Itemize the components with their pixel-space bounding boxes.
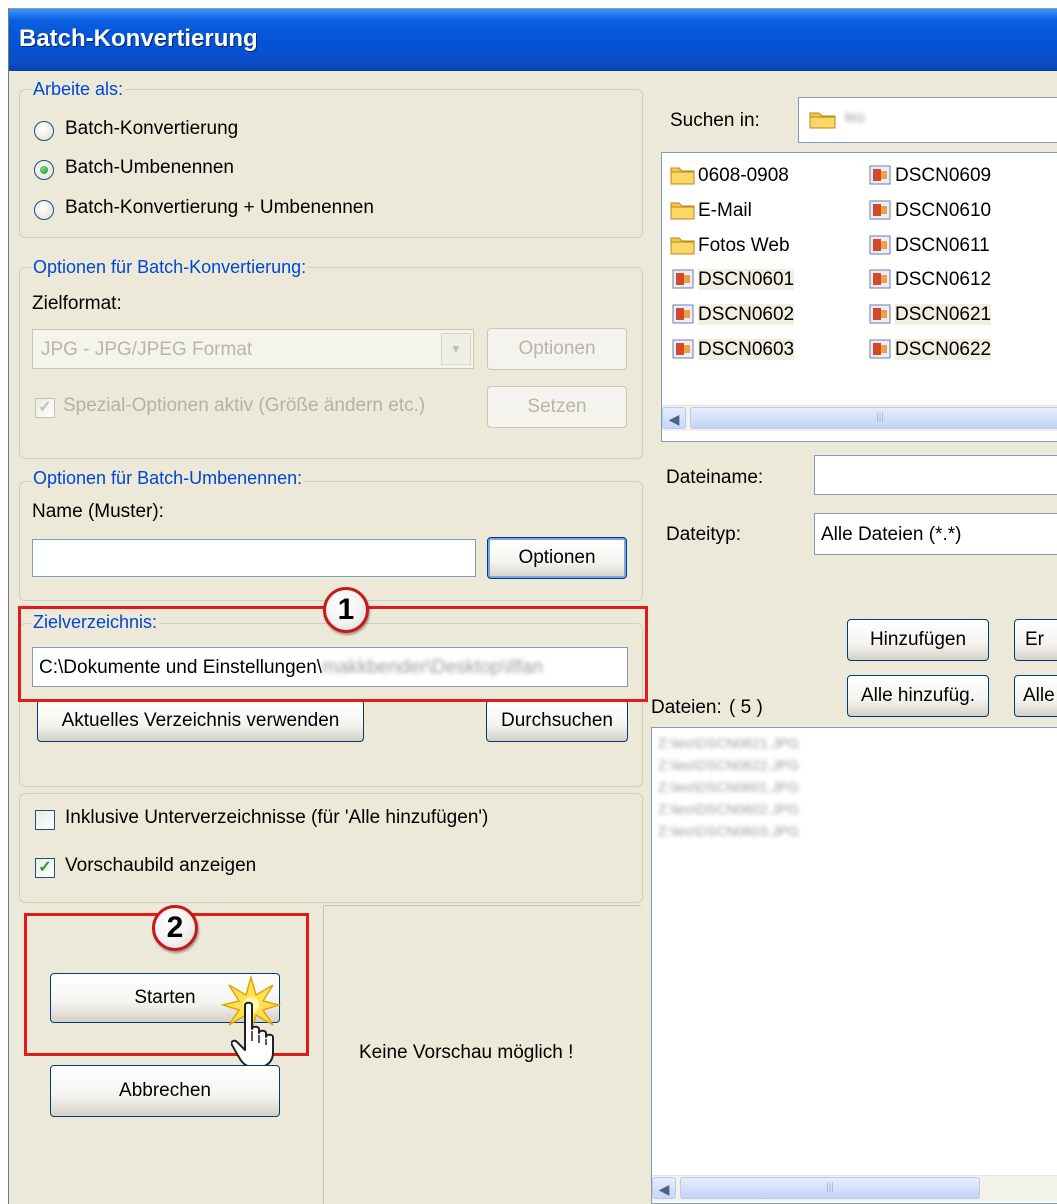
rename-options-button[interactable]: Optionen (487, 537, 627, 579)
special-options-checkbox[interactable]: ✓ (35, 398, 55, 418)
list-item[interactable]: Z:\leo\DSCN0601.JPG (658, 776, 799, 798)
use-current-dir-button[interactable]: Aktuelles Verzeichnis verwenden (37, 700, 364, 742)
remove-all-button[interactable]: Alle (1014, 675, 1057, 717)
show-preview-checkbox[interactable]: ✓ (35, 858, 55, 878)
image-file-icon (867, 269, 893, 289)
list-item[interactable]: DSCN0622 (867, 335, 992, 365)
target-format-select[interactable]: JPG - JPG/JPEG Format ▼ (32, 329, 474, 369)
selected-files-list[interactable]: Z:\leo\DSCN0621.JPG Z:\leo\DSCN0622.JPG … (651, 727, 1057, 1204)
chevron-down-icon[interactable]: ▼ (441, 333, 471, 365)
files-label: Dateien: (651, 697, 722, 718)
list-item[interactable]: Z:\leo\DSCN0622.JPG (658, 754, 799, 776)
file-list[interactable]: 0608-0908 E-Mail Fotos Web DSCN0601 DSCN… (661, 152, 1057, 442)
remove-button[interactable]: Er (1014, 619, 1057, 661)
filetype-value: Alle Dateien (*.*) (821, 524, 962, 545)
image-file-icon (670, 304, 696, 324)
work-as-label: Arbeite als: (31, 79, 126, 100)
list-item[interactable]: DSCN0612 (867, 265, 991, 295)
list-item[interactable]: DSCN0610 (867, 196, 991, 226)
convert-options-label: Optionen für Batch-Konvertierung: (31, 257, 309, 278)
list-item[interactable]: DSCN0601 (670, 265, 795, 295)
image-file-icon (867, 235, 893, 255)
image-file-icon (867, 200, 893, 220)
scroll-left-icon[interactable]: ◀ (662, 407, 686, 429)
target-format-value: JPG - JPG/JPEG Format (41, 339, 253, 360)
special-options-label[interactable]: Spezial-Optionen aktiv (Größe ändern etc… (63, 395, 425, 417)
radio-batch-rename-label[interactable]: Batch-Umbenennen (65, 157, 234, 179)
convert-options-button[interactable]: Optionen (487, 328, 627, 370)
browse-button[interactable]: Durchsuchen (486, 700, 628, 742)
rename-options-label: Optionen für Batch-Umbenennen: (31, 468, 305, 489)
scroll-left-icon[interactable]: ◀ (652, 1177, 676, 1199)
look-in-select[interactable]: leo (798, 97, 1057, 143)
list-item[interactable]: DSCN0611 (867, 231, 990, 261)
filename-input[interactable] (814, 455, 1057, 495)
filename-label: Dateiname: (666, 467, 764, 488)
name-pattern-label: Name (Muster): (32, 501, 164, 522)
list-item[interactable]: Z:\leo\DSCN0621.JPG (658, 732, 799, 754)
filetype-label: Dateityp: (666, 524, 741, 545)
cancel-button[interactable]: Abbrechen (50, 1065, 280, 1117)
look-in-label: Suchen in: (670, 110, 760, 131)
image-file-icon (867, 165, 893, 185)
folder-icon (670, 165, 696, 185)
step1-badge: 1 (323, 587, 369, 633)
include-subdirs-checkbox[interactable] (35, 810, 55, 830)
image-file-icon (867, 339, 893, 359)
name-pattern-input[interactable] (32, 539, 476, 577)
image-file-icon (670, 269, 696, 289)
scroll-thumb[interactable]: ||| (680, 1177, 980, 1199)
title-bar: Batch-Konvertierung (9, 9, 1057, 71)
list-item[interactable]: DSCN0609 (867, 161, 991, 191)
file-list-scrollbar[interactable]: ◀ ||| (662, 405, 1057, 431)
list-item[interactable]: 0608-0908 (670, 161, 789, 191)
include-subdirs-label[interactable]: Inklusive Unterverzeichnisse (für 'Alle … (65, 807, 488, 829)
scroll-thumb[interactable]: ||| (690, 407, 1057, 429)
list-item[interactable]: E-Mail (670, 196, 752, 226)
filetype-select[interactable]: Alle Dateien (*.*) (814, 513, 1057, 555)
radio-batch-rename[interactable] (34, 160, 54, 180)
set-button[interactable]: Setzen (487, 386, 627, 428)
files-count: ( 5 ) (729, 697, 763, 718)
folder-icon (670, 200, 696, 220)
list-item[interactable]: Z:\leo\DSCN0603.JPG (658, 820, 799, 842)
radio-batch-convert-label[interactable]: Batch-Konvertierung (65, 118, 238, 140)
image-file-icon (670, 339, 696, 359)
add-button[interactable]: Hinzufügen (847, 619, 989, 661)
preview-text: Keine Vorschau möglich ! (359, 1042, 574, 1063)
look-in-value: leo (845, 109, 866, 126)
folder-icon (809, 109, 837, 129)
window-title: Batch-Konvertierung (19, 25, 258, 52)
batch-window: Batch-Konvertierung Arbeite als: Batch-K… (8, 8, 1057, 1204)
show-preview-label[interactable]: Vorschaubild anzeigen (65, 855, 256, 877)
selected-files-items: Z:\leo\DSCN0621.JPG Z:\leo\DSCN0622.JPG … (658, 732, 799, 842)
folder-icon (670, 235, 696, 255)
radio-convert-and-rename[interactable] (34, 200, 54, 220)
list-item[interactable]: DSCN0603 (670, 335, 795, 365)
list-item[interactable]: DSCN0621 (867, 300, 992, 330)
radio-convert-and-rename-label[interactable]: Batch-Konvertierung + Umbenennen (65, 197, 374, 219)
radio-batch-convert[interactable] (34, 121, 54, 141)
preview-pane: Keine Vorschau möglich ! (323, 905, 641, 1204)
list-item[interactable]: Fotos Web (670, 231, 790, 261)
selected-files-scrollbar[interactable]: ◀ ||| (652, 1175, 1057, 1201)
list-item[interactable]: DSCN0602 (670, 300, 795, 330)
list-item[interactable]: Z:\leo\DSCN0602.JPG (658, 798, 799, 820)
add-all-button[interactable]: Alle hinzufüg. (847, 675, 989, 717)
step2-badge: 2 (152, 905, 198, 951)
target-format-label: Zielformat: (32, 293, 122, 314)
image-file-icon (867, 304, 893, 324)
hand-cursor-icon (230, 1001, 281, 1068)
